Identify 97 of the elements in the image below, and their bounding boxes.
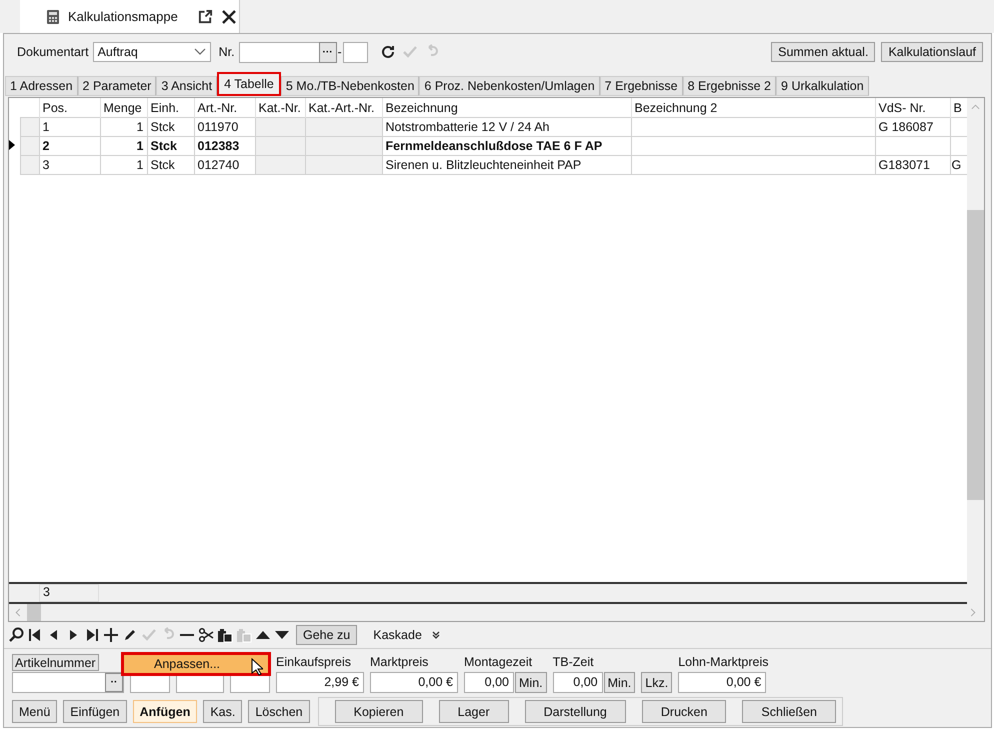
lkz-button[interactable]: Lkz. bbox=[641, 672, 672, 693]
table-cell: G183071 bbox=[878, 158, 930, 172]
scroll-thumb[interactable] bbox=[967, 210, 984, 500]
number-separator: - bbox=[338, 45, 342, 59]
table-cell: Sirenen u. Blitzleuchteneinheit PAP bbox=[386, 158, 582, 172]
table-cell: 011970 bbox=[198, 120, 238, 134]
scroll-thumb[interactable] bbox=[27, 604, 41, 621]
tab[interactable]: 9 Urkalkulation bbox=[776, 76, 869, 96]
action-button[interactable]: Löschen bbox=[248, 700, 310, 723]
table-cell: 2 bbox=[42, 139, 50, 153]
column-header[interactable]: Bezeichnung bbox=[382, 98, 631, 118]
action-button[interactable]: Darstellung bbox=[524, 700, 626, 723]
calculator-icon bbox=[46, 8, 60, 24]
table-cell: 1 bbox=[136, 120, 144, 134]
go-to-button[interactable]: Gehe zu bbox=[296, 625, 358, 645]
table-row[interactable]: 2 1 Stck 012383 Fernmeldeanschlußdose TAE 6 F AP bbox=[9, 136, 967, 156]
chevron-down-icon bbox=[194, 48, 206, 56]
tab[interactable]: 2 Parameter bbox=[78, 76, 156, 96]
scissors-icon[interactable] bbox=[198, 627, 214, 643]
number-label: Nr. bbox=[218, 45, 235, 59]
column-header[interactable]: Pos. bbox=[39, 98, 100, 118]
pencil-icon[interactable] bbox=[122, 627, 138, 643]
tab[interactable]: 7 Ergebnisse bbox=[600, 76, 683, 96]
search-icon[interactable] bbox=[8, 627, 24, 643]
labor-market-price-field[interactable]: 0,00 € bbox=[678, 672, 766, 693]
column-header[interactable]: Einh. bbox=[147, 98, 194, 118]
tb-time-label: TB-Zeit bbox=[552, 655, 595, 671]
toolbar-button[interactable]: Kalkulationslauf bbox=[881, 42, 983, 62]
purchase-price-label: Einkaufspreis bbox=[276, 655, 352, 671]
action-button[interactable]: Drucken bbox=[642, 700, 726, 723]
paste-icon[interactable] bbox=[217, 627, 233, 643]
table-cell: Notstrombatterie 12 V / 24 Ah bbox=[386, 120, 550, 134]
table-cell: 1 bbox=[42, 120, 50, 134]
table-cell: Stck bbox=[150, 120, 175, 134]
table-cell: 1 bbox=[136, 139, 144, 153]
table-cell: 1 bbox=[136, 158, 144, 172]
action-button[interactable]: Kopieren bbox=[334, 700, 423, 723]
horizontal-scrollbar[interactable] bbox=[9, 604, 984, 621]
purchase-price-field[interactable]: 2,99 € bbox=[276, 672, 364, 693]
cascade-label: Kaskade bbox=[373, 628, 422, 642]
action-button[interactable]: Anfügen bbox=[132, 700, 198, 723]
document-title: Kalkulationsmappe bbox=[68, 9, 178, 24]
browse-button[interactable]: ·· bbox=[105, 673, 123, 692]
action-button[interactable]: Einfügen bbox=[63, 700, 127, 723]
number-field[interactable] bbox=[238, 42, 319, 62]
column-header[interactable]: Art.-Nr. bbox=[194, 98, 255, 118]
column-header[interactable]: VdS- Nr. bbox=[875, 98, 950, 118]
column-header[interactable]: Menge bbox=[100, 98, 147, 118]
table-cell: 012383 bbox=[198, 139, 240, 153]
unit-button[interactable]: Min. bbox=[604, 672, 636, 693]
table-cell: Fernmeldeanschlußdose TAE 6 F AP bbox=[386, 139, 602, 153]
action-button[interactable]: Kas. bbox=[203, 700, 242, 723]
tb-time-field[interactable]: 0,00 bbox=[552, 672, 603, 693]
table-cell: Stck bbox=[150, 158, 175, 172]
document-type-dropdown[interactable]: Auftraq bbox=[92, 42, 211, 62]
market-price-label: Marktpreis bbox=[370, 655, 430, 671]
double-chevron-down-icon[interactable] bbox=[432, 631, 440, 639]
menu-item[interactable]: Anpassen... bbox=[124, 655, 268, 673]
number-suffix-field[interactable] bbox=[342, 42, 368, 62]
column-header[interactable]: Bezeichnung 2 bbox=[631, 98, 875, 118]
labor-market-price-label: Lohn-Marktpreis bbox=[678, 655, 769, 671]
tab[interactable]: 3 Ansicht bbox=[156, 76, 218, 96]
table-cell: G bbox=[952, 158, 962, 172]
external-link-icon[interactable] bbox=[198, 9, 213, 24]
vertical-scrollbar[interactable] bbox=[967, 98, 984, 604]
document-type-label: Dokumentart bbox=[17, 45, 89, 59]
row-pointer-icon bbox=[9, 140, 15, 150]
assembly-time-field[interactable]: 0,00 bbox=[464, 672, 514, 693]
browse-button[interactable]: ··· bbox=[318, 42, 337, 62]
close-icon[interactable] bbox=[220, 8, 237, 24]
refresh-icon[interactable] bbox=[380, 44, 396, 60]
table-cell: 3 bbox=[42, 158, 50, 172]
article-number-button[interactable]: Artikelnummer bbox=[12, 654, 99, 671]
last-record-icon[interactable] bbox=[84, 627, 100, 643]
table-cell: G 186087 bbox=[878, 120, 934, 134]
table-row[interactable]: 3 1 Stck 012740 Sirenen u. Blitzleuchteneinheit PAP G183071 G bbox=[9, 156, 967, 174]
market-price-field[interactable]: 0,00 € bbox=[370, 672, 458, 693]
tab[interactable]: 6 Proz. Nebenkosten/Umlagen bbox=[419, 76, 600, 96]
action-button[interactable]: Schließen bbox=[742, 700, 836, 723]
tab[interactable]: 8 Ergebnisse 2 bbox=[682, 76, 776, 96]
document-tab[interactable]: Kalkulationsmappe bbox=[20, 0, 240, 33]
action-button[interactable]: Lager bbox=[438, 700, 509, 723]
assembly-time-label: Montagezeit bbox=[464, 655, 534, 671]
first-record-icon[interactable] bbox=[27, 627, 43, 643]
table-cell: 012740 bbox=[198, 158, 240, 172]
mouse-pointer-icon bbox=[251, 658, 263, 676]
tab[interactable]: 5 Mo./TB-Nebenkosten bbox=[280, 76, 420, 96]
table-cell: Stck bbox=[150, 139, 177, 153]
action-button[interactable]: Menü bbox=[12, 700, 58, 723]
unit-button[interactable]: Min. bbox=[515, 672, 547, 693]
plus-icon[interactable] bbox=[103, 627, 119, 643]
row-count-cell: 3 bbox=[39, 584, 99, 602]
table-row[interactable]: 1 1 Stck 011970 Notstrombatterie 12 V / 24 Ah G 186087 bbox=[9, 118, 967, 136]
tab[interactable]: 1 Adressen bbox=[5, 76, 78, 96]
tab[interactable]: 4 Tabelle bbox=[217, 72, 281, 96]
toolbar-button[interactable]: Summen aktual. bbox=[771, 42, 876, 62]
article-number-field[interactable]: ·· bbox=[12, 672, 124, 693]
